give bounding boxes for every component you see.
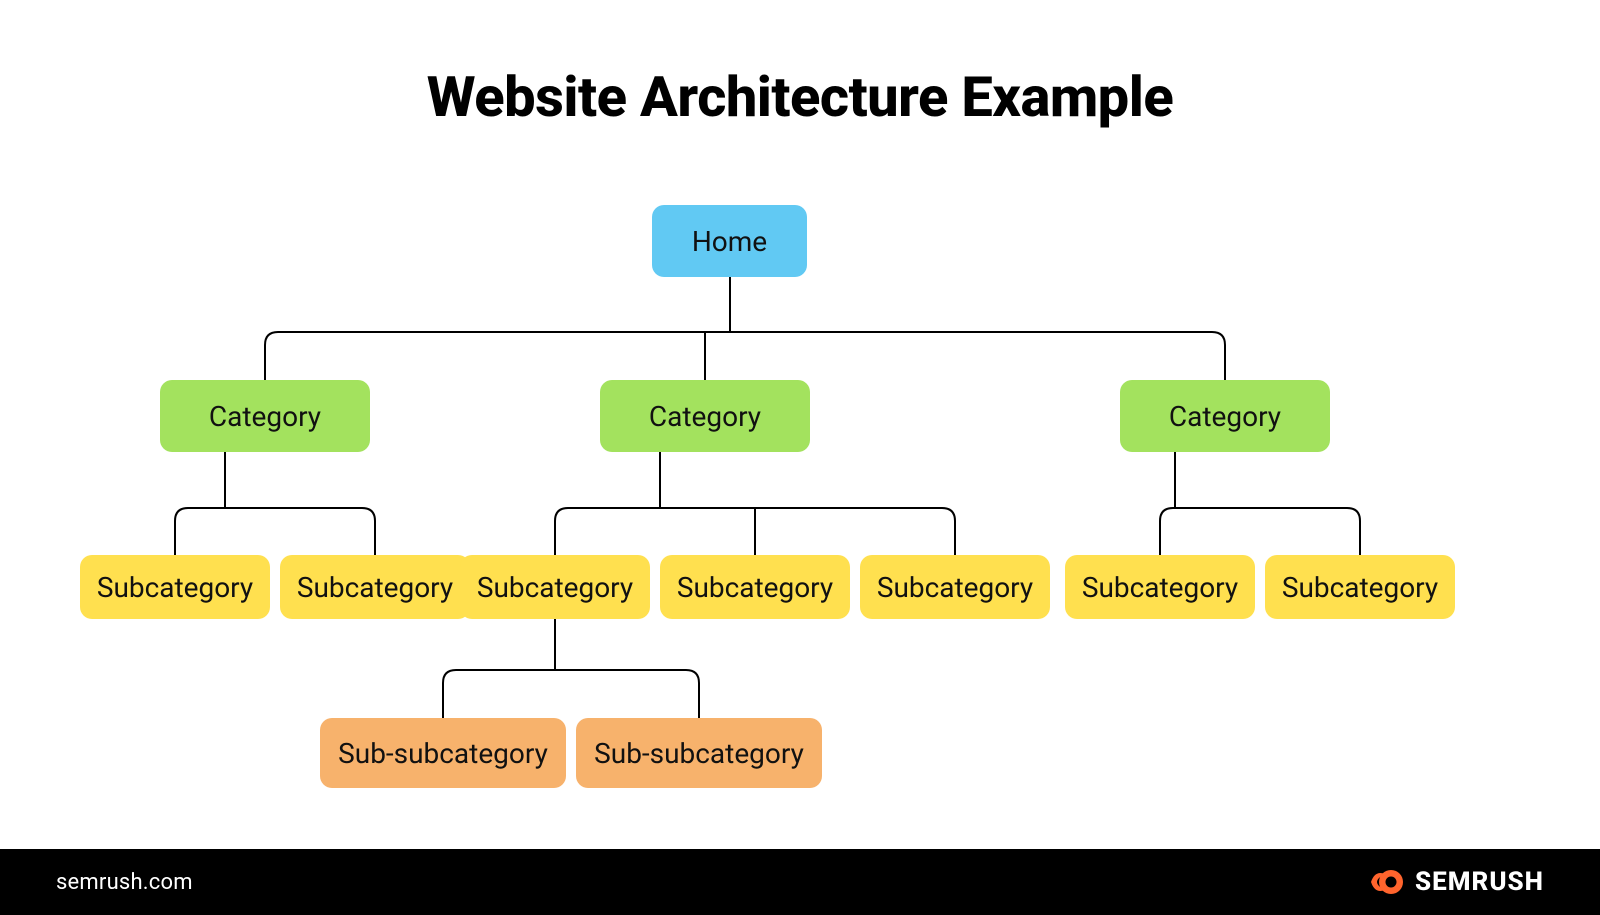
node-subcategory-6-label: Subcategory <box>1082 571 1238 604</box>
node-subsubcategory-1: Sub-subcategory <box>320 718 566 788</box>
node-subcategory-5-label: Subcategory <box>877 571 1033 604</box>
node-subcategory-5: Subcategory <box>860 555 1050 619</box>
node-subcategory-3: Subcategory <box>460 555 650 619</box>
node-category-2: Category <box>600 380 810 452</box>
node-subsubcategory-2: Sub-subcategory <box>576 718 822 788</box>
node-subcategory-2-label: Subcategory <box>297 571 453 604</box>
node-home: Home <box>652 205 807 277</box>
node-subcategory-1: Subcategory <box>80 555 270 619</box>
node-subcategory-7-label: Subcategory <box>1282 571 1438 604</box>
brand-name: SEMRUSH <box>1415 867 1544 897</box>
node-subcategory-3-label: Subcategory <box>477 571 633 604</box>
node-home-label: Home <box>692 225 767 258</box>
node-subcategory-2: Subcategory <box>280 555 470 619</box>
flame-icon <box>1371 868 1405 896</box>
footer-bar: semrush.com SEMRUSH <box>0 849 1600 915</box>
footer-url: semrush.com <box>56 870 193 895</box>
node-subcategory-4: Subcategory <box>660 555 850 619</box>
diagram-stage: Website Architecture Example Home Catego… <box>0 0 1600 915</box>
node-subsubcategory-2-label: Sub-subcategory <box>594 737 804 770</box>
node-category-2-label: Category <box>649 400 761 433</box>
brand: SEMRUSH <box>1371 867 1544 897</box>
page-title: Website Architecture Example <box>0 64 1600 130</box>
node-subcategory-6: Subcategory <box>1065 555 1255 619</box>
node-category-3: Category <box>1120 380 1330 452</box>
node-category-3-label: Category <box>1169 400 1281 433</box>
node-subsubcategory-1-label: Sub-subcategory <box>338 737 548 770</box>
node-category-1-label: Category <box>209 400 321 433</box>
node-subcategory-7: Subcategory <box>1265 555 1455 619</box>
node-category-1: Category <box>160 380 370 452</box>
node-subcategory-1-label: Subcategory <box>97 571 253 604</box>
node-subcategory-4-label: Subcategory <box>677 571 833 604</box>
